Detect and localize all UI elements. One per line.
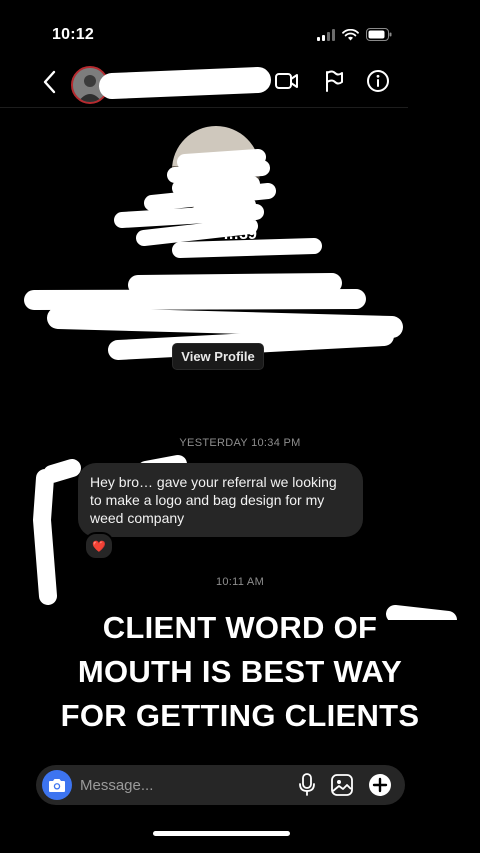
- caption-line-2: MOUTH IS BEST WAY: [0, 652, 480, 691]
- reaction-badge[interactable]: ❤️: [84, 532, 114, 560]
- caption-line-1: CLIENT WORD OF: [0, 608, 480, 647]
- gallery-button[interactable]: [329, 772, 355, 798]
- message-input[interactable]: [80, 775, 280, 795]
- timestamp-today: 10:11 AM: [215, 576, 265, 588]
- gallery-icon: [331, 774, 353, 796]
- message-bubble[interactable]: Hey bro… gave your referral we looking t…: [78, 463, 363, 537]
- heart-icon: ❤️: [92, 540, 106, 553]
- camera-button[interactable]: [42, 770, 72, 800]
- home-indicator: [153, 831, 290, 836]
- plus-icon: [369, 774, 391, 796]
- microphone-button[interactable]: [294, 772, 320, 798]
- view-profile-button[interactable]: View Profile: [172, 343, 264, 370]
- camera-icon: [49, 778, 65, 792]
- microphone-icon: [299, 773, 315, 796]
- add-button[interactable]: [367, 772, 393, 798]
- caption-line-3: FOR GETTING CLIENTS: [0, 696, 480, 735]
- timestamp-yesterday: YESTERDAY 10:34 PM: [179, 437, 301, 449]
